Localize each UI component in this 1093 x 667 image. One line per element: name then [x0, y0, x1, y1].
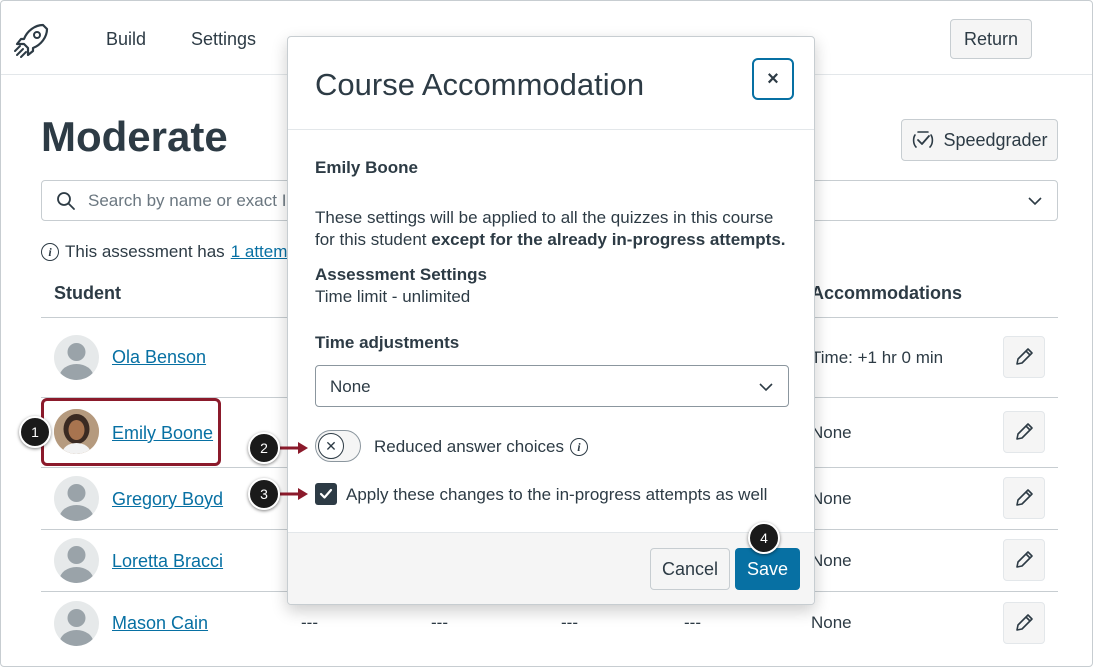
- checkmark-icon: [319, 488, 333, 499]
- avatar: [54, 538, 99, 583]
- callout-badge: 1: [19, 416, 51, 448]
- modal-description-emphasis: except for the already in-progress attem…: [431, 230, 786, 249]
- search-placeholder: Search by name or exact ID: [88, 191, 299, 210]
- accommodations-column-header: Accommodations: [811, 283, 963, 303]
- student-link[interactable]: Ola Benson: [112, 347, 206, 368]
- attempt-info: i This assessment has 1 attempt: [41, 242, 302, 262]
- speedgrader-icon: [913, 131, 934, 148]
- student-link[interactable]: Loretta Bracci: [112, 551, 223, 572]
- pencil-icon: [1016, 551, 1033, 568]
- avatar: [54, 476, 99, 521]
- avatar: [54, 335, 99, 380]
- reduced-answer-label: Reduced answer choices: [374, 437, 564, 456]
- page-title: Moderate: [41, 113, 228, 160]
- nav-build[interactable]: Build: [106, 29, 146, 50]
- edit-accommodation-button[interactable]: [1003, 336, 1045, 378]
- student-link[interactable]: Gregory Boyd: [112, 489, 223, 510]
- cell-value: ---: [301, 613, 318, 632]
- edit-accommodation-button[interactable]: [1003, 411, 1045, 453]
- save-button[interactable]: Save: [735, 548, 800, 590]
- accommodation-value: None: [811, 613, 852, 632]
- edit-accommodation-button[interactable]: [1003, 602, 1045, 644]
- time-adjustments-value: None: [330, 377, 371, 396]
- callout-arrow-icon: [280, 442, 308, 454]
- info-icon[interactable]: i: [569, 438, 588, 456]
- edit-accommodation-button[interactable]: [1003, 539, 1045, 581]
- callout-arrow-icon: [280, 488, 308, 500]
- info-icon: i: [41, 243, 59, 261]
- cell-value: ---: [431, 613, 448, 632]
- assessment-settings-value: Time limit - unlimited: [315, 287, 471, 306]
- course-accommodation-modal: Course Accommodation × Emily Boone These…: [287, 36, 815, 605]
- callout-badge: 4: [748, 522, 780, 554]
- reduced-answer-toggle[interactable]: ✕: [315, 430, 361, 462]
- apply-in-progress-label: Apply these changes to the in-progress a…: [346, 485, 768, 504]
- pencil-icon: [1016, 614, 1033, 631]
- modal-title: Course Accommodation: [315, 67, 645, 102]
- student-column-header: Student: [54, 283, 121, 303]
- return-button[interactable]: Return: [950, 19, 1032, 59]
- avatar: [54, 601, 99, 646]
- accommodation-value: None: [811, 489, 852, 508]
- cell-value: ---: [684, 613, 701, 632]
- close-button[interactable]: ×: [752, 58, 794, 100]
- reduced-answer-label-group: Reduced answer choices i: [374, 437, 588, 457]
- accommodation-value: Time: +1 hr 0 min: [811, 348, 944, 367]
- pencil-icon: [1016, 348, 1033, 365]
- accommodation-value: None: [811, 551, 852, 570]
- speedgrader-label: Speedgrader: [943, 129, 1048, 150]
- student-link[interactable]: Mason Cain: [112, 613, 208, 634]
- toggle-off-icon: ✕: [318, 433, 344, 459]
- rocket-icon: [14, 23, 49, 58]
- chevron-down-icon[interactable]: [1027, 193, 1043, 209]
- time-adjustments-label: Time adjustments: [315, 333, 460, 352]
- search-icon: [57, 192, 75, 210]
- modal-student-name: Emily Boone: [315, 158, 418, 177]
- modal-description: These settings will be applied to all th…: [315, 207, 795, 251]
- attempt-info-text: This assessment has: [65, 242, 225, 261]
- chevron-down-icon: [759, 383, 773, 392]
- app-frame: Build Settings Return Moderate Speedgrad…: [0, 0, 1093, 667]
- nav-settings[interactable]: Settings: [191, 29, 256, 50]
- close-icon: ×: [767, 67, 779, 90]
- time-adjustments-select[interactable]: None: [315, 365, 789, 407]
- callout-badge: 2: [248, 432, 280, 464]
- speedgrader-button[interactable]: Speedgrader: [901, 119, 1058, 161]
- apply-in-progress-checkbox[interactable]: [315, 483, 337, 505]
- pencil-icon: [1016, 489, 1033, 506]
- highlighted-student: [41, 398, 221, 466]
- callout-badge: 3: [248, 478, 280, 510]
- modal-header: Course Accommodation ×: [288, 37, 814, 130]
- pencil-icon: [1016, 423, 1033, 440]
- assessment-settings-label: Assessment Settings: [315, 265, 487, 284]
- modal-footer: Cancel Save: [288, 532, 814, 604]
- cell-value: ---: [561, 613, 578, 632]
- accommodation-value: None: [811, 423, 852, 442]
- cancel-button[interactable]: Cancel: [650, 548, 730, 590]
- edit-accommodation-button[interactable]: [1003, 477, 1045, 519]
